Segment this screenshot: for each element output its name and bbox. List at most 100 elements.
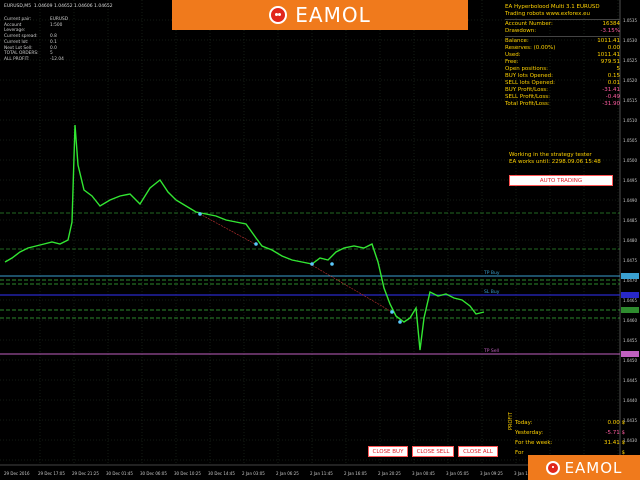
price-axis-label: 1.0505	[623, 138, 637, 143]
price-axis-label: 1.0460	[623, 318, 637, 323]
time-axis-label: 3 Jan 00:45	[412, 471, 435, 476]
price-axis-label: 1.0490	[623, 198, 637, 203]
panel-row: Account Number: 16384	[505, 21, 620, 28]
robot-logo-icon	[269, 6, 288, 24]
panel-key: Balance:	[505, 38, 529, 44]
panel-value: -31.41	[602, 87, 620, 93]
panel-value: 0.00	[607, 45, 620, 51]
ea-subtitle: Trading robots www.exforex.eu	[505, 11, 590, 17]
panel-value: -0.49	[605, 94, 620, 100]
price-axis-label: 1.0500	[623, 158, 637, 163]
panel-key: Used:	[505, 52, 521, 58]
panel-row: Free: 979.51	[505, 59, 620, 66]
status-line: Working in the strategy tester	[509, 152, 592, 158]
info-value: -12.04	[50, 56, 64, 62]
panel-value: 5	[616, 66, 621, 72]
panel-row: Used: 1011.41	[505, 52, 620, 59]
time-axis-label: 30 Dec 14:45	[208, 471, 235, 476]
trade-marker-icon	[254, 242, 258, 246]
trade-connector-line	[199, 213, 256, 245]
panel-row: Drawdown: -3.15%	[505, 28, 620, 35]
panel-key: Open positions:	[505, 66, 548, 72]
profit-value: -5.71 $	[605, 430, 625, 436]
divider	[505, 36, 620, 37]
panel-row: SELL lots Opened: 0.01	[505, 80, 620, 87]
time-axis-label: 30 Dec 10:25	[174, 471, 201, 476]
trade-marker-icon	[398, 320, 402, 324]
panel-value: -3.15%	[600, 28, 620, 34]
time-axis-label: 29 Dec 2016	[4, 471, 30, 476]
panel-value: 1011.41	[597, 52, 620, 58]
panel-key: Reserves: (0.00%)	[505, 45, 556, 51]
price-axis-label: 1.0465	[623, 298, 637, 303]
time-axis-label: 30 Dec 01:45	[106, 471, 133, 476]
panel-row: BUY Profit/Loss: -31.41	[505, 87, 620, 94]
symbol-title: EURUSD,M5 1.04609 1.04652 1.04606 1.0465…	[4, 4, 113, 9]
sl-buy-label: SL Buy	[484, 289, 500, 295]
price-axis-label: 1.0535	[623, 18, 637, 23]
info-row: ALL PROFIT: -12.04	[4, 57, 68, 63]
price-axis-label: 1.0445	[623, 378, 637, 383]
profit-value: 31.41 $	[604, 440, 625, 446]
price-axis-label: 1.0480	[623, 238, 637, 243]
profit-key: Today:	[515, 420, 533, 426]
panel-key: Total Profit/Loss:	[505, 101, 550, 107]
trade-marker-icon	[310, 262, 314, 266]
price-axis-label: 1.0450	[623, 358, 637, 363]
profit-value: 0.00 $	[607, 420, 626, 426]
price-axis-label: 1.0455	[623, 338, 637, 343]
brand-name: EAMOL	[295, 3, 371, 27]
brand-banner: EAMOL	[172, 0, 468, 30]
panel-row: Reserves: (0.00%) 0.00	[505, 45, 620, 52]
profit-panel: Today: 0.00 $ Yesterday: -5.71 $ For the w…	[515, 418, 625, 458]
account-info-block: Current pair: EURUSD Account Leverage: 1:5…	[4, 17, 68, 63]
panel-value: 1011.41	[597, 38, 620, 44]
info-row: Account Leverage: 1:500	[4, 23, 68, 34]
profit-side-label: PROFIT	[508, 412, 514, 430]
profit-row: Today: 0.00 $	[515, 418, 625, 428]
time-axis-label: 3 Jan 05:05	[446, 471, 469, 476]
time-axis-label: 2 Jan 11:45	[310, 471, 333, 476]
robot-logo-icon	[545, 460, 560, 475]
panel-value: -31.90	[602, 101, 620, 107]
price-tag	[621, 292, 639, 298]
close-sell-button[interactable]: CLOSE SELL	[412, 446, 454, 457]
time-axis-label: 2 Jan 06:25	[276, 471, 299, 476]
panel-row: Total Profit/Loss: -31.90	[505, 101, 620, 108]
panel-key: Drawdown:	[505, 28, 537, 34]
brand-name-footer: EAMOL	[564, 458, 623, 477]
panel-row: BUY lots Opened: 0.15	[505, 73, 620, 80]
price-tag	[621, 351, 639, 357]
profit-key: For	[515, 450, 524, 456]
panel-value: 16384	[602, 21, 621, 27]
panel-row: Balance: 1011.41	[505, 38, 620, 45]
panel-key: SELL lots Opened:	[505, 80, 555, 86]
price-axis-label: 1.0440	[623, 398, 637, 403]
panel-key: SELL Profit/Loss:	[505, 94, 550, 100]
price-axis-label: 1.0475	[623, 258, 637, 263]
time-axis-label: 3 Jan 09:25	[480, 471, 503, 476]
price-axis-label: 1.0515	[623, 98, 637, 103]
trade-marker-icon	[330, 262, 334, 266]
price-axis-label: 1.0435	[623, 418, 637, 423]
panel-value: 979.51	[600, 59, 620, 65]
price-axis-label: 1.0430	[623, 438, 637, 443]
panel-value: 0.01	[607, 80, 620, 86]
close-buy-button[interactable]: CLOSE BUY	[368, 446, 408, 457]
panel-row: Open positions: 5	[505, 66, 620, 73]
info-key: ALL PROFIT:	[4, 56, 30, 62]
info-value: 1:500	[50, 22, 63, 28]
auto-trading-button[interactable]: AUTO TRADING	[509, 175, 613, 186]
info-key: Account Leverage:	[4, 22, 26, 34]
tester-status: Working in the strategy tester EA works …	[509, 152, 619, 166]
panel-key: Free:	[505, 59, 519, 65]
close-all-button[interactable]: CLOSE ALL	[458, 446, 498, 457]
profit-key: Yesterday:	[515, 430, 544, 436]
panel-key: Account Number:	[505, 21, 553, 27]
profit-key: For the week:	[515, 440, 553, 446]
ea-info-panel: EA Hyperbolood Multi 3.1 EURUSD Trading …	[505, 4, 620, 108]
price-tag	[621, 307, 639, 313]
price-axis-label: 1.0525	[623, 58, 637, 63]
time-axis-label: 29 Dec 17:05	[38, 471, 65, 476]
time-axis-label: 2 Jan 20:25	[378, 471, 401, 476]
